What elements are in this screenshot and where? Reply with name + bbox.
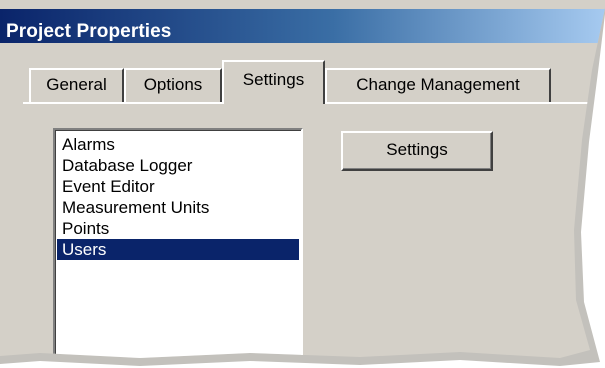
settings-listbox[interactable]: Alarms Database Logger Event Editor Meas… [53,128,303,358]
title-bar[interactable]: Project Properties [0,9,605,43]
tab-general[interactable]: General [29,68,124,102]
screenshot-stage: Project Properties General Options Chang… [0,0,605,368]
list-item-alarms[interactable]: Alarms [57,134,299,155]
tab-settings[interactable]: Settings [222,60,325,104]
settings-button[interactable]: Settings [341,131,493,171]
list-item-database-logger[interactable]: Database Logger [57,155,299,176]
tab-options[interactable]: Options [124,68,222,102]
window-title: Project Properties [6,21,172,42]
list-item-points[interactable]: Points [57,218,299,239]
project-properties-dialog: Project Properties General Options Chang… [0,0,605,358]
tab-change-management[interactable]: Change Management [325,68,551,102]
list-item-event-editor[interactable]: Event Editor [57,176,299,197]
list-item-users[interactable]: Users [57,239,299,260]
list-item-measurement-units[interactable]: Measurement Units [57,197,299,218]
